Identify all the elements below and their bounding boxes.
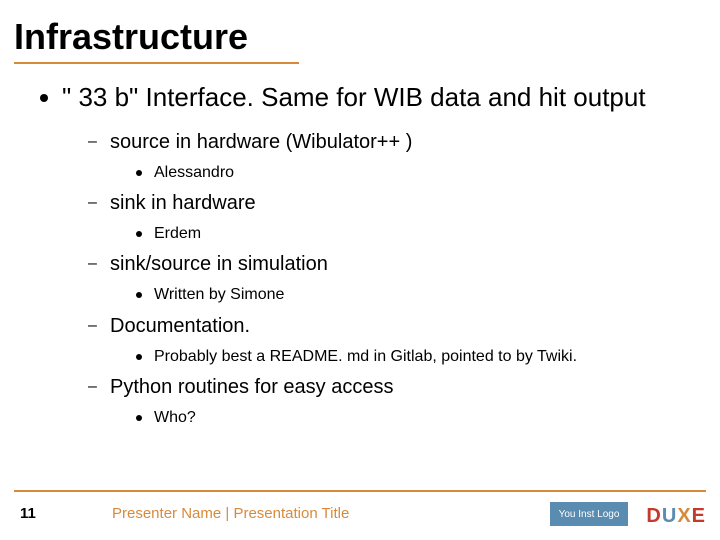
dash-bullet-icon: – [88, 131, 98, 153]
bullet-level3: Erdem [136, 225, 692, 243]
slide-title: Infrastructure [14, 16, 248, 58]
title-underline [14, 62, 299, 64]
disc-bullet-icon [136, 292, 142, 298]
bullet-text: Alessandro [154, 164, 234, 181]
bullet-text: source in hardware (Wibulator++ ) [110, 131, 412, 153]
footer-rule [14, 490, 706, 492]
logo-letter-e: E [692, 505, 706, 527]
logo-letter-d: D [646, 505, 661, 527]
bullet-level2: –source in hardware (Wibulator++ ) [88, 131, 692, 154]
logo-letter-x: X [677, 505, 691, 527]
bullet-level3: Alessandro [136, 164, 692, 182]
bullet-text: " 33 b" Interface. Same for WIB data and… [62, 82, 646, 112]
bullet-text: Probably best a README. md in Gitlab, po… [154, 348, 577, 365]
dash-bullet-icon: – [88, 376, 98, 398]
disc-bullet-icon [136, 415, 142, 421]
page-number: 11 [20, 505, 36, 522]
disc-bullet-icon [136, 354, 142, 360]
disc-bullet-icon [136, 170, 142, 176]
dune-logo: DUXE [646, 505, 706, 528]
institution-logo: You Inst Logo [550, 502, 628, 526]
slide: Infrastructure " 33 b" Interface. Same f… [0, 0, 720, 540]
footer-text: Presenter Name | Presentation Title [112, 505, 349, 522]
slide-content: " 33 b" Interface. Same for WIB data and… [40, 82, 692, 435]
bullet-text: Python routines for easy access [110, 376, 393, 398]
bullet-level3: Written by Simone [136, 286, 692, 304]
logo-letter-u: U [662, 505, 677, 527]
bullet-level2: –Documentation. [88, 315, 692, 338]
dash-bullet-icon: – [88, 192, 98, 214]
bullet-level2: –sink/source in simulation [88, 253, 692, 276]
dash-bullet-icon: – [88, 315, 98, 337]
bullet-level1: " 33 b" Interface. Same for WIB data and… [40, 82, 692, 113]
disc-bullet-icon [40, 94, 48, 102]
bullet-text: Documentation. [110, 315, 250, 337]
bullet-level3: Who? [136, 409, 692, 427]
bullet-level3: Probably best a README. md in Gitlab, po… [136, 348, 692, 366]
bullet-text: Erdem [154, 225, 201, 242]
bullet-level2: –Python routines for easy access [88, 376, 692, 399]
bullet-text: Written by Simone [154, 286, 284, 303]
bullet-text: sink/source in simulation [110, 253, 328, 275]
dash-bullet-icon: – [88, 253, 98, 275]
bullet-level2: –sink in hardware [88, 192, 692, 215]
bullet-text: sink in hardware [110, 192, 256, 214]
disc-bullet-icon [136, 231, 142, 237]
bullet-text: Who? [154, 409, 196, 426]
